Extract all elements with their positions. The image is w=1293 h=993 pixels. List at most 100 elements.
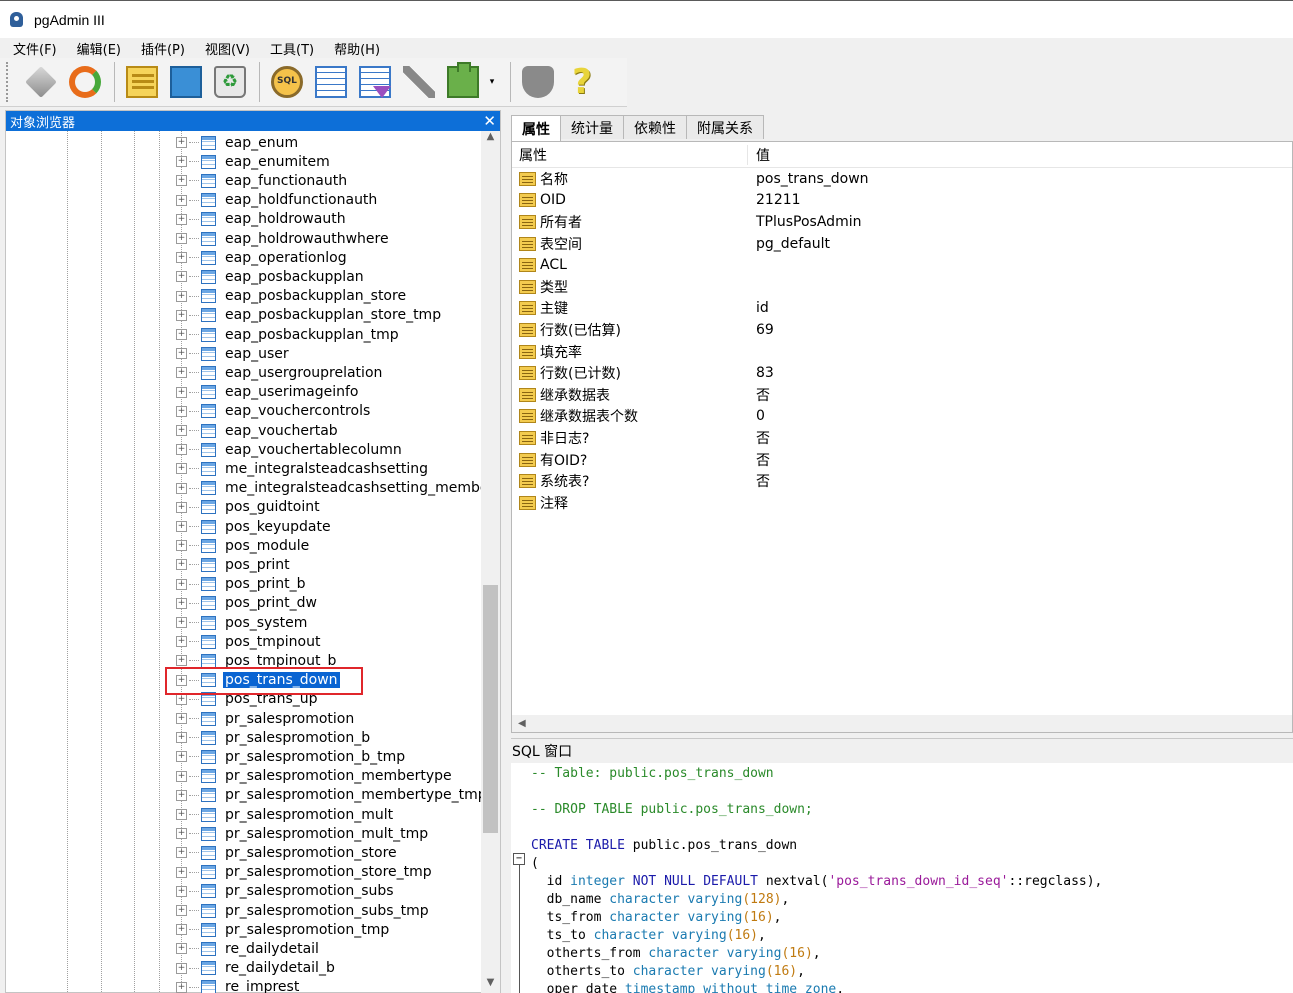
expand-icon[interactable]: +	[176, 482, 187, 494]
tree-item-table[interactable]: + eap_vouchercontrols	[176, 402, 372, 421]
property-row[interactable]: 注释	[512, 492, 1292, 514]
expand-icon[interactable]: +	[176, 597, 187, 609]
property-row[interactable]: 表空间 pg_default	[512, 233, 1292, 255]
tree-item-table[interactable]: + eap_vouchertablecolumn	[176, 440, 404, 459]
expand-icon[interactable]: +	[176, 789, 187, 801]
tree-item-table[interactable]: + eap_posbackupplan_store_tmp	[176, 306, 443, 325]
expand-icon[interactable]: +	[176, 540, 187, 552]
expand-icon[interactable]: +	[176, 137, 187, 148]
tree-item-table[interactable]: + eap_enumitem	[176, 152, 332, 171]
tree-item-table[interactable]: + pos_module	[176, 536, 311, 555]
tab-statistics[interactable]: 统计量	[560, 115, 624, 139]
expand-icon[interactable]: +	[176, 578, 187, 590]
expand-icon[interactable]: +	[176, 962, 187, 974]
tree-item-table[interactable]: + eap_vouchertab	[176, 421, 340, 440]
tree-item-table[interactable]: + pr_salespromotion_subs_tmp	[176, 901, 431, 920]
scroll-left-icon[interactable]: ◀	[518, 718, 526, 729]
expand-icon[interactable]: +	[176, 463, 187, 475]
connect-button[interactable]	[20, 61, 62, 103]
properties-hscrollbar[interactable]: ◀	[512, 715, 1292, 732]
value-column-header[interactable]: 值	[748, 145, 770, 165]
tree-item-table[interactable]: + eap_enum	[176, 133, 300, 152]
expand-icon[interactable]: +	[176, 866, 187, 878]
expand-icon[interactable]: +	[176, 713, 187, 724]
scroll-up-icon[interactable]: ▲	[481, 131, 500, 148]
tree-item-table[interactable]: + pos_keyupdate	[176, 517, 333, 536]
menu-edit[interactable]: 编辑(E)	[70, 39, 128, 58]
filter-data-button[interactable]	[354, 61, 396, 103]
tree-item-table[interactable]: + pr_salespromotion_mult_tmp	[176, 824, 430, 843]
expand-icon[interactable]: +	[176, 425, 187, 436]
expand-icon[interactable]: +	[176, 809, 187, 820]
property-row[interactable]: 行数(已估算) 69	[512, 319, 1292, 341]
property-row[interactable]: 系统表? 否	[512, 470, 1292, 492]
tree-item-table[interactable]: + me_integralsteadcashsetting_memberty	[176, 479, 482, 498]
close-icon[interactable]: ✕	[483, 112, 496, 130]
plugins-button[interactable]	[442, 61, 484, 103]
tree-item-table[interactable]: + pos_system	[176, 613, 309, 632]
expand-icon[interactable]: +	[176, 828, 187, 840]
expand-icon[interactable]: +	[176, 213, 187, 225]
tree-item-table[interactable]: + re_dailydetail	[176, 939, 321, 958]
property-row[interactable]: OID 21211	[512, 190, 1292, 212]
scroll-down-icon[interactable]: ▼	[481, 977, 500, 993]
property-row[interactable]: 继承数据表个数 0	[512, 406, 1292, 428]
expand-icon[interactable]: +	[176, 156, 187, 168]
expand-icon[interactable]: +	[176, 271, 187, 283]
expand-icon[interactable]: +	[176, 559, 187, 571]
tree-item-table[interactable]: + pos_print_dw	[176, 594, 319, 613]
tree-item-table[interactable]: + re_dailydetail_b	[176, 959, 337, 978]
expand-icon[interactable]: +	[176, 732, 187, 744]
properties-button[interactable]	[121, 61, 163, 103]
expand-icon[interactable]: +	[176, 981, 187, 993]
tree-item-table[interactable]: + pos_tmpinout	[176, 632, 322, 651]
tree-item-table[interactable]: + re_imprest	[176, 978, 301, 993]
expand-icon[interactable]: +	[176, 617, 187, 628]
expand-icon[interactable]: +	[176, 693, 187, 705]
property-row[interactable]: 继承数据表 否	[512, 384, 1292, 406]
tree-item-table[interactable]: + eap_posbackupplan_tmp	[176, 325, 401, 344]
tree-item-table[interactable]: + pr_salespromotion_b	[176, 728, 372, 747]
tree-item-table[interactable]: + eap_holdfunctionauth	[176, 191, 379, 210]
expand-icon[interactable]: +	[176, 847, 187, 859]
expand-icon[interactable]: +	[176, 905, 187, 916]
expand-icon[interactable]: +	[176, 444, 187, 456]
property-row[interactable]: 有OID? 否	[512, 449, 1292, 471]
property-row[interactable]: 主键 id	[512, 298, 1292, 320]
expand-icon[interactable]: +	[176, 943, 187, 955]
tree-item-table[interactable]: + pr_salespromotion_subs	[176, 882, 396, 901]
menu-file[interactable]: 文件(F)	[6, 39, 64, 58]
expand-icon[interactable]: +	[176, 405, 187, 417]
security-button[interactable]	[517, 61, 559, 103]
property-row[interactable]: 所有者 TPlusPosAdmin	[512, 211, 1292, 233]
help-button[interactable]: ?	[561, 61, 603, 103]
object-browser-scrollbar[interactable]: ▲ ▼	[481, 131, 500, 993]
property-row[interactable]: 行数(已计数) 83	[512, 362, 1292, 384]
tree-item-table[interactable]: + eap_holdrowauthwhere	[176, 229, 391, 248]
property-row[interactable]: 填充率	[512, 341, 1292, 363]
tree-item-table[interactable]: + eap_operationlog	[176, 248, 349, 267]
menu-plugins[interactable]: 插件(P)	[134, 39, 192, 58]
sql-query-button[interactable]	[266, 61, 308, 103]
tree-item-table[interactable]: + me_integralsteadcashsetting	[176, 459, 430, 478]
refresh-button[interactable]	[64, 61, 106, 103]
expand-icon[interactable]: +	[176, 329, 187, 340]
tree-item-table[interactable]: + eap_posbackupplan	[176, 267, 366, 286]
menu-help[interactable]: 帮助(H)	[327, 39, 387, 58]
property-column-header[interactable]: 属性	[512, 144, 748, 165]
expand-icon[interactable]: +	[176, 252, 187, 264]
fold-toggle-icon[interactable]: −	[513, 853, 525, 865]
property-row[interactable]: ACL	[512, 254, 1292, 276]
tree-item-table[interactable]: + pr_salespromotion_store_tmp	[176, 863, 434, 882]
plugins-dropdown-arrow[interactable]: ▾	[486, 61, 498, 103]
menu-view[interactable]: 视图(V)	[198, 39, 257, 58]
tab-properties[interactable]: 属性	[511, 115, 561, 141]
expand-icon[interactable]: +	[176, 290, 187, 302]
expand-icon[interactable]: +	[176, 636, 187, 648]
toolbar-grip[interactable]	[6, 62, 10, 102]
tree-item-table[interactable]: + pr_salespromotion_mult	[176, 805, 395, 824]
tree-item-table[interactable]: + eap_usergrouprelation	[176, 363, 384, 382]
tree-item-table[interactable]: + pr_salespromotion_tmp	[176, 920, 391, 939]
view-data-button[interactable]	[310, 61, 352, 103]
expand-icon[interactable]: +	[176, 751, 187, 763]
